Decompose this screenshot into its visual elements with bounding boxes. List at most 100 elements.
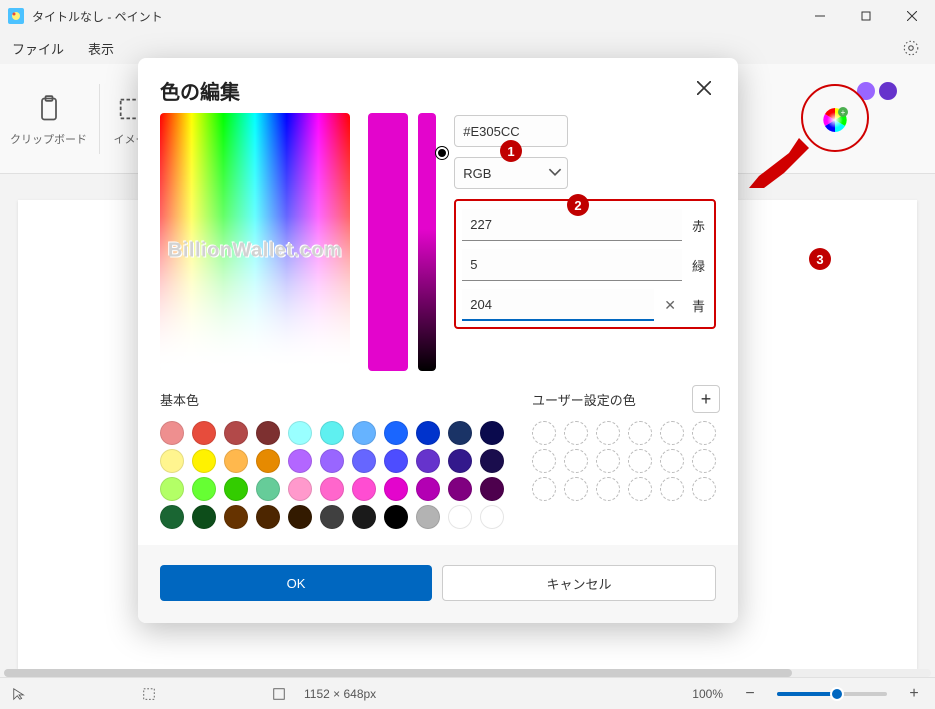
zoom-slider-thumb[interactable] (830, 687, 844, 701)
basic-color-swatch[interactable] (224, 505, 248, 529)
basic-color-swatch[interactable] (480, 477, 504, 501)
basic-color-swatch[interactable] (448, 477, 472, 501)
cancel-button[interactable]: キャンセル (442, 565, 716, 601)
dialog-close-button[interactable] (692, 76, 716, 100)
user-color-slot[interactable] (532, 421, 556, 445)
basic-color-swatch[interactable] (256, 477, 280, 501)
basic-color-swatch[interactable] (288, 505, 312, 529)
basic-color-swatch[interactable] (480, 505, 504, 529)
zoom-slider[interactable] (777, 692, 887, 696)
user-color-slot[interactable] (596, 421, 620, 445)
user-color-slot[interactable] (660, 421, 684, 445)
basic-color-swatch[interactable] (480, 449, 504, 473)
add-user-color-button[interactable]: + (692, 385, 720, 413)
user-color-slot[interactable] (692, 421, 716, 445)
user-color-slot[interactable] (532, 449, 556, 473)
lightness-slider[interactable] (418, 113, 436, 371)
menu-view[interactable]: 表示 (88, 39, 114, 58)
zoom-out-button[interactable]: − (741, 685, 759, 703)
scrollbar-thumb[interactable] (4, 669, 792, 677)
titlebar: タイトルなし - ペイント (0, 0, 935, 32)
basic-color-swatch[interactable] (224, 477, 248, 501)
basic-color-swatch[interactable] (352, 449, 376, 473)
basic-color-swatch[interactable] (160, 421, 184, 445)
basic-color-swatch[interactable] (448, 505, 472, 529)
user-color-slot[interactable] (532, 477, 556, 501)
user-color-slot[interactable] (660, 449, 684, 473)
close-button[interactable] (889, 0, 935, 32)
basic-color-swatch[interactable] (192, 477, 216, 501)
clear-input-button[interactable]: ✕ (664, 297, 682, 314)
user-color-slot[interactable] (564, 421, 588, 445)
basic-color-swatch[interactable] (192, 449, 216, 473)
basic-color-swatch[interactable] (384, 421, 408, 445)
user-color-slot[interactable] (628, 449, 652, 473)
horizontal-scrollbar[interactable] (4, 669, 931, 677)
basic-color-swatch[interactable] (192, 505, 216, 529)
ribbon-group-clipboard: クリップボード (10, 91, 87, 147)
user-color-slot[interactable] (564, 449, 588, 473)
zoom-in-button[interactable]: + (905, 685, 923, 703)
basic-color-swatch[interactable] (352, 477, 376, 501)
basic-color-swatch[interactable] (256, 421, 280, 445)
user-color-slot[interactable] (564, 477, 588, 501)
settings-button[interactable] (899, 36, 923, 60)
basic-color-swatch[interactable] (448, 421, 472, 445)
basic-color-swatch[interactable] (352, 505, 376, 529)
basic-color-swatch[interactable] (416, 477, 440, 501)
rgb-input-group: 赤 緑 ✕ 青 (454, 199, 716, 329)
user-color-slot[interactable] (596, 449, 620, 473)
color-swatch[interactable] (879, 82, 897, 100)
user-color-slot[interactable] (692, 477, 716, 501)
basic-color-swatch[interactable] (288, 421, 312, 445)
basic-color-swatch[interactable] (224, 449, 248, 473)
user-color-slot[interactable] (596, 477, 620, 501)
basic-color-swatch[interactable] (160, 505, 184, 529)
basic-color-swatch[interactable] (288, 449, 312, 473)
zoom-text: 100% (692, 687, 723, 701)
cancel-button-label: キャンセル (546, 574, 611, 593)
color-field[interactable]: BillionWallet.com (160, 113, 350, 371)
basic-colors-grid (160, 421, 508, 529)
lightness-slider-handle[interactable] (436, 147, 448, 159)
basic-color-swatch[interactable] (384, 449, 408, 473)
user-color-slot[interactable] (692, 449, 716, 473)
blue-input[interactable] (462, 289, 654, 321)
basic-color-swatch[interactable] (256, 505, 280, 529)
basic-color-swatch[interactable] (320, 449, 344, 473)
basic-color-swatch[interactable] (192, 421, 216, 445)
basic-color-swatch[interactable] (448, 449, 472, 473)
maximize-button[interactable] (843, 0, 889, 32)
ok-button[interactable]: OK (160, 565, 432, 601)
minimize-button[interactable] (797, 0, 843, 32)
canvas-size-text: 1152 × 648px (304, 687, 376, 701)
svg-text:+: + (841, 108, 846, 117)
basic-color-swatch[interactable] (416, 421, 440, 445)
user-color-slot[interactable] (628, 421, 652, 445)
basic-color-swatch[interactable] (320, 421, 344, 445)
basic-color-swatch[interactable] (416, 449, 440, 473)
menu-file[interactable]: ファイル (12, 39, 64, 58)
basic-color-swatch[interactable] (256, 449, 280, 473)
basic-color-swatch[interactable] (320, 477, 344, 501)
hue-slider[interactable] (368, 113, 408, 371)
edit-colors-button[interactable]: + (819, 104, 851, 136)
green-label: 緑 (692, 256, 708, 275)
basic-color-swatch[interactable] (384, 477, 408, 501)
user-color-slot[interactable] (660, 477, 684, 501)
basic-color-swatch[interactable] (160, 477, 184, 501)
basic-color-swatch[interactable] (224, 421, 248, 445)
basic-color-swatch[interactable] (480, 421, 504, 445)
basic-color-swatch[interactable] (384, 505, 408, 529)
basic-color-swatch[interactable] (320, 505, 344, 529)
basic-colors-label: 基本色 (160, 390, 199, 409)
user-color-slot[interactable] (628, 477, 652, 501)
basic-color-swatch[interactable] (160, 449, 184, 473)
basic-color-swatch[interactable] (416, 505, 440, 529)
paste-button[interactable] (31, 91, 67, 127)
basic-color-swatch[interactable] (288, 477, 312, 501)
window-title: タイトルなし - ペイント (32, 8, 797, 25)
green-input[interactable] (462, 249, 682, 281)
paint-app-icon (8, 8, 24, 24)
basic-color-swatch[interactable] (352, 421, 376, 445)
